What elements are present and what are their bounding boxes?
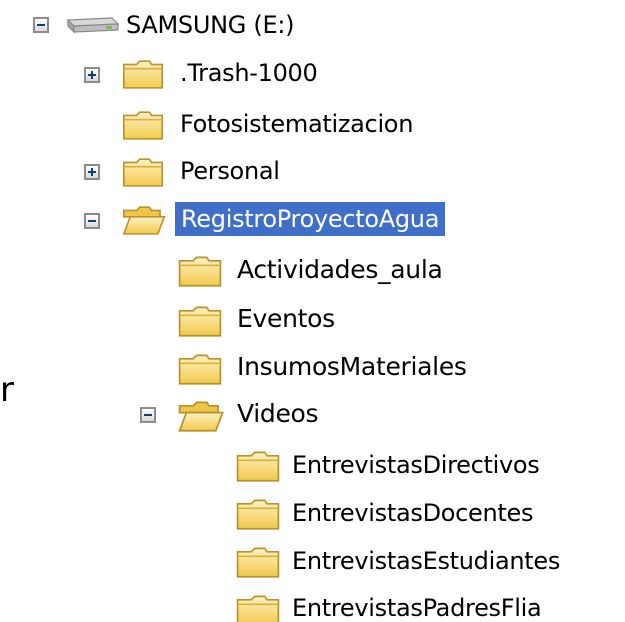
- folder-icon: [234, 593, 282, 622]
- folder-icon: [176, 254, 224, 292]
- tree-item-entrevistasdocentes[interactable]: EntrevistasDocentes: [292, 498, 534, 528]
- tree-item-eventos[interactable]: Eventos: [237, 304, 335, 334]
- drive-icon: [62, 12, 120, 40]
- expand-expander-trash[interactable]: [84, 67, 100, 83]
- tree-item-actividades-aula[interactable]: Actividades_aula: [237, 255, 443, 285]
- folder-icon: [120, 156, 166, 192]
- folder-open-icon: [176, 399, 224, 437]
- tree-item-entrevistaspadresflia[interactable]: EntrevistasPadresFlia: [292, 593, 542, 622]
- partial-text: r: [0, 370, 14, 410]
- tree-item-personal[interactable]: Personal: [180, 156, 280, 186]
- expand-expander-personal[interactable]: [84, 164, 100, 180]
- folder-icon: [234, 449, 282, 487]
- folder-icon: [120, 58, 166, 94]
- folder-icon: [120, 109, 166, 145]
- folder-icon: [176, 304, 224, 342]
- folder-icon: [234, 545, 282, 583]
- tree-item-fotosistematizacion[interactable]: Fotosistematizacion: [180, 109, 413, 139]
- tree-label-drive[interactable]: SAMSUNG (E:): [126, 10, 294, 40]
- collapse-expander-registro[interactable]: [84, 213, 100, 229]
- tree-view: { "tree": { "drive": { "label": "SAMSUNG…: [0, 0, 625, 622]
- folder-icon: [176, 352, 224, 390]
- tree-item-entrevistasdirectivos[interactable]: EntrevistasDirectivos: [292, 450, 540, 480]
- tree-item-registroproyectoagua[interactable]: RegistroProyectoAgua: [175, 202, 446, 236]
- tree-item-insumosmateriales[interactable]: InsumosMateriales: [237, 352, 467, 382]
- tree-item-entrevistasestudiantes[interactable]: EntrevistasEstudiantes: [292, 546, 560, 576]
- tree-item-trash[interactable]: .Trash-1000: [180, 58, 318, 88]
- tree-item-videos[interactable]: Videos: [237, 399, 319, 429]
- collapse-expander-videos[interactable]: [140, 407, 156, 423]
- folder-open-icon: [120, 204, 166, 240]
- folder-icon: [234, 497, 282, 535]
- collapse-expander-drive[interactable]: [33, 17, 49, 33]
